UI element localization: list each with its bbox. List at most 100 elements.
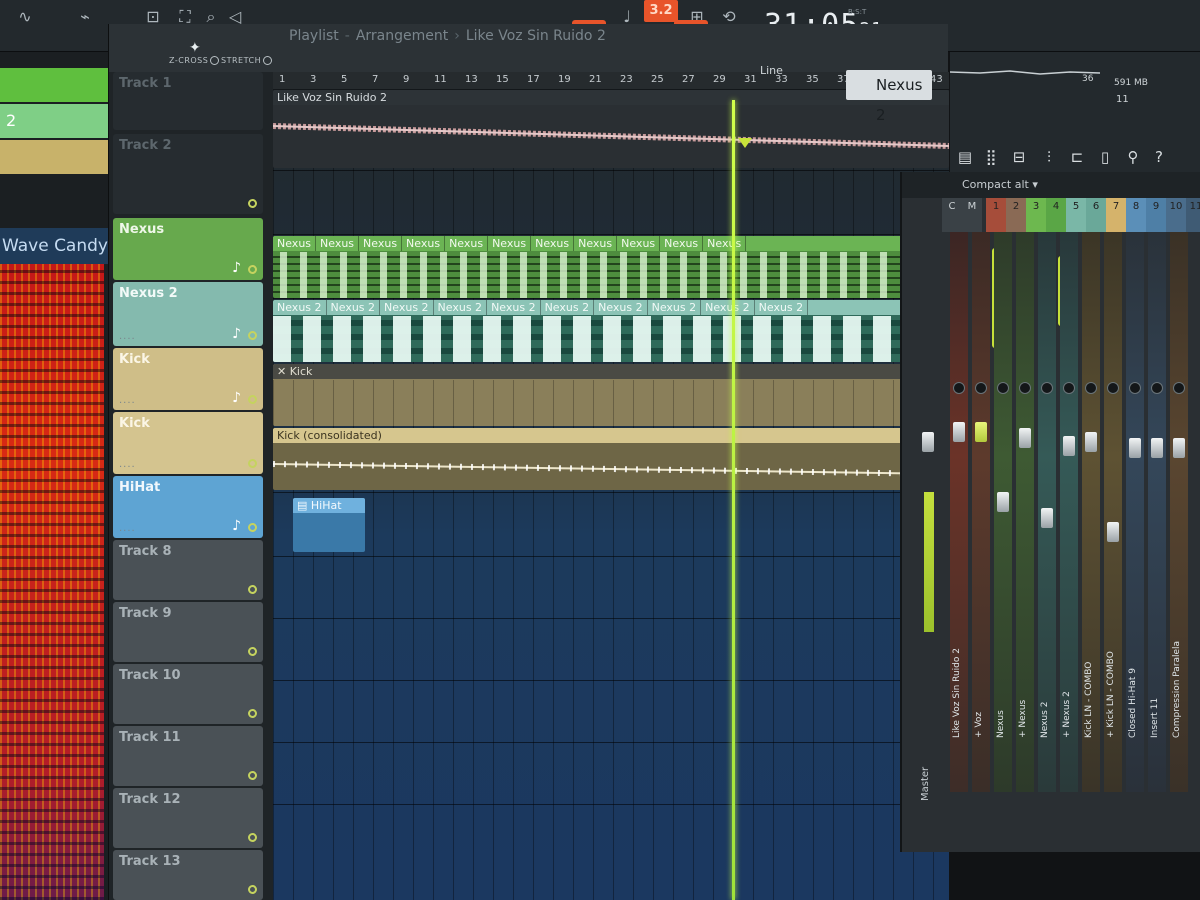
- track-header-13[interactable]: Track 13: [113, 850, 263, 900]
- channel-fader[interactable]: [1173, 438, 1185, 458]
- pan-knob[interactable]: [997, 382, 1009, 394]
- audio-clip-kick-consolidated[interactable]: Kick (consolidated): [273, 428, 949, 490]
- insert-number[interactable]: 4: [1046, 198, 1066, 232]
- track-header-1[interactable]: Track 1: [113, 72, 263, 130]
- insert-number[interactable]: 6: [1086, 198, 1106, 232]
- dock-row-number[interactable]: 2: [0, 104, 108, 138]
- mixer-strip-3[interactable]: Nexus: [994, 232, 1012, 792]
- mixer-strip-10[interactable]: Insert 11: [1148, 232, 1166, 792]
- pan-knob[interactable]: [1129, 382, 1141, 394]
- waveform-icon[interactable]: ∿: [12, 6, 38, 28]
- track-mute-led[interactable]: [248, 523, 257, 532]
- mixer-strip-5[interactable]: Nexus 2: [1038, 232, 1056, 792]
- master-fader[interactable]: [922, 432, 934, 452]
- mixer-strip-11[interactable]: Compression Paralela: [1170, 232, 1188, 792]
- eq-icon[interactable]: ⫶: [1038, 146, 1060, 168]
- track-header-nexus[interactable]: Nexus ♪: [113, 218, 263, 280]
- channel-fader[interactable]: [1151, 438, 1163, 458]
- help-icon[interactable]: ?: [1148, 146, 1170, 168]
- mixer-strip-8[interactable]: + Kick LN - COMBO: [1104, 232, 1122, 792]
- channel-rack-icon[interactable]: ⣿: [980, 146, 1002, 168]
- track-mute-led[interactable]: [248, 585, 257, 594]
- link-icon[interactable]: ⌁: [72, 6, 98, 28]
- channel-fader[interactable]: [1129, 438, 1141, 458]
- track-header-hihat[interactable]: HiHat.... ♪: [113, 476, 263, 538]
- insert-number[interactable]: 2: [1006, 198, 1026, 232]
- track-header-9[interactable]: Track 9: [113, 602, 263, 662]
- plugin-icon[interactable]: ⚲: [1122, 146, 1144, 168]
- mixer-strip-7[interactable]: Kick LN - COMBO: [1082, 232, 1100, 792]
- insert-number[interactable]: 11: [1186, 198, 1200, 232]
- mixer-strip-4[interactable]: + Nexus: [1016, 232, 1034, 792]
- track-header-10[interactable]: Track 10: [113, 664, 263, 724]
- track-header-2[interactable]: Track 2: [113, 134, 263, 214]
- mixer-strip-2[interactable]: + Voz: [972, 232, 990, 792]
- pan-knob[interactable]: [1107, 382, 1119, 394]
- zcross-toggle[interactable]: Z-CROSS: [169, 56, 220, 65]
- track-mute-led[interactable]: [248, 885, 257, 894]
- insert-number[interactable]: 7: [1106, 198, 1126, 232]
- playlist-grid[interactable]: [273, 90, 949, 900]
- pan-knob[interactable]: [975, 382, 987, 394]
- insert-number[interactable]: 10: [1166, 198, 1186, 232]
- track-mute-led[interactable]: [248, 833, 257, 842]
- playlist-titlebar[interactable]: Playlist - Arrangement › Like Voz Sin Ruido …: [109, 24, 949, 48]
- pan-knob[interactable]: [1019, 382, 1031, 394]
- channel-selector[interactable]: Nexus 2: [846, 70, 932, 124]
- slice-tool-icon[interactable]: ✦: [189, 40, 201, 56]
- pattern-clip-hihat[interactable]: ▤ HiHat: [293, 498, 365, 552]
- snap-mode-select[interactable]: Line: [760, 64, 783, 77]
- insert-number[interactable]: 9: [1146, 198, 1166, 232]
- bpm-display[interactable]: 3.2: [644, 0, 678, 22]
- mixer-icon[interactable]: ▤: [954, 146, 976, 168]
- browser-icon[interactable]: ⊏: [1066, 146, 1088, 168]
- track-mute-led[interactable]: [248, 771, 257, 780]
- insert-number[interactable]: 8: [1126, 198, 1146, 232]
- playhead[interactable]: [732, 100, 735, 900]
- pan-knob[interactable]: [1173, 382, 1185, 394]
- master-strip[interactable]: Master: [912, 232, 942, 832]
- track-header-kick[interactable]: Kick.... ♪: [113, 348, 263, 410]
- channel-fader[interactable]: [1063, 436, 1075, 456]
- track-mute-led[interactable]: [248, 647, 257, 656]
- pattern-clip-nexus2[interactable]: Nexus 2 Nexus 2 Nexus 2 Nexus 2 Nexus 2 Nexus…: [273, 300, 949, 362]
- insert-number[interactable]: M: [962, 198, 982, 232]
- pan-knob[interactable]: [1151, 382, 1163, 394]
- pattern-clip-nexus[interactable]: Nexus Nexus Nexus Nexus Nexus Nexus Nexus Nexus…: [273, 236, 949, 298]
- insert-number[interactable]: C: [942, 198, 962, 232]
- insert-number[interactable]: 3: [1026, 198, 1046, 232]
- track-mute-led[interactable]: [248, 709, 257, 718]
- dock-row-tan[interactable]: [0, 140, 108, 174]
- insert-number[interactable]: 1: [986, 198, 1006, 232]
- channel-fader[interactable]: [1041, 508, 1053, 528]
- track-header-nexus2[interactable]: Nexus 2.... ♪: [113, 282, 263, 346]
- track-header-11[interactable]: Track 11: [113, 726, 263, 786]
- mixer-strip-1[interactable]: Like Voz Sin Ruido 2: [950, 232, 968, 792]
- channel-fader[interactable]: [975, 422, 987, 442]
- stretch-toggle[interactable]: STRETCH: [221, 56, 273, 65]
- pan-knob[interactable]: [953, 382, 965, 394]
- mixer-strip-6[interactable]: + Nexus 2: [1060, 232, 1078, 792]
- mixer-layout-label[interactable]: Compact alt: [962, 178, 1029, 191]
- file-icon[interactable]: ▯: [1094, 146, 1116, 168]
- dock-row-green[interactable]: [0, 68, 108, 102]
- audio-clip-vocal[interactable]: Like Voz Sin Ruido 2: [273, 90, 949, 168]
- channel-fader[interactable]: [997, 492, 1009, 512]
- pattern-clip-kick[interactable]: ✕ Kick: [273, 364, 949, 426]
- channel-fader[interactable]: [1085, 432, 1097, 452]
- playhead-marker[interactable]: [738, 138, 752, 148]
- track-mute-led[interactable]: [248, 331, 257, 340]
- track-mute-led[interactable]: [248, 265, 257, 274]
- track-mute-led[interactable]: [248, 459, 257, 468]
- pan-knob[interactable]: [1041, 382, 1053, 394]
- wave-candy-label[interactable]: Wave Candy: [0, 228, 108, 264]
- track-header-12[interactable]: Track 12: [113, 788, 263, 848]
- channel-fader[interactable]: [1019, 428, 1031, 448]
- track-mute-led[interactable]: [248, 395, 257, 404]
- track-header-kick-audio[interactable]: Kick....: [113, 412, 263, 474]
- pan-knob[interactable]: [1085, 382, 1097, 394]
- insert-number[interactable]: 5: [1066, 198, 1086, 232]
- channel-fader[interactable]: [953, 422, 965, 442]
- piano-roll-icon[interactable]: ⊟: [1008, 146, 1030, 168]
- track-header-8[interactable]: Track 8: [113, 540, 263, 600]
